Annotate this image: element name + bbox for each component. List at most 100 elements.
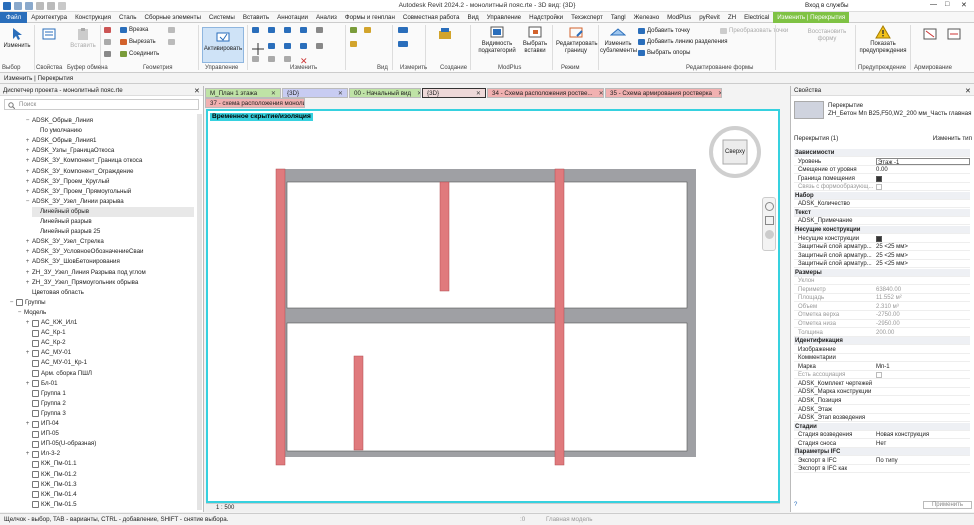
collapse-icon[interactable]: − — [24, 197, 31, 207]
tree-item[interactable]: Линейный обрыв — [32, 206, 194, 217]
rebar2-button[interactable] — [944, 27, 964, 43]
property-row[interactable]: Отметка низа -2950.00 — [794, 320, 970, 329]
array-icon[interactable] — [316, 43, 325, 49]
expand-icon[interactable]: + — [24, 237, 31, 247]
property-row[interactable]: Толщина 200.00 — [794, 329, 970, 337]
property-checkbox[interactable] — [876, 184, 882, 191]
property-category[interactable]: Несущие конструкции — [794, 225, 970, 235]
signin-link[interactable]: Вход в службы — [805, 2, 849, 9]
close-icon[interactable]: ✕ — [965, 87, 971, 95]
property-value[interactable]: Новая конструкция — [876, 431, 970, 438]
property-row[interactable]: ADSK_Марка конструкции — [794, 388, 970, 397]
tree-item[interactable]: ИП-05(U-образная) — [24, 439, 194, 449]
close-icon[interactable]: ✕ — [599, 89, 603, 97]
selection-count[interactable]: Перекрытия (1) — [794, 134, 838, 144]
close-icon[interactable]: ✕ — [194, 87, 200, 95]
tree-item[interactable]: Арм. сборка ПШЛ — [24, 369, 194, 379]
property-category[interactable]: Текст — [794, 208, 970, 217]
pin-icon[interactable] — [268, 56, 277, 62]
wall-joins-icon[interactable] — [104, 51, 113, 57]
property-category[interactable]: Параметры IFC — [794, 448, 970, 457]
tree-item[interactable]: + ZH_ЗУ_Узел_Линия Разрыва под углом — [24, 268, 194, 278]
zoom-region-icon[interactable] — [765, 216, 774, 225]
view-tab[interactable]: {3D} ✕ — [282, 88, 348, 98]
ribbon-tab[interactable]: Аннотации — [273, 12, 312, 23]
rebar-button[interactable] — [920, 27, 940, 43]
modify-button[interactable]: Изменить — [2, 27, 32, 50]
tree-item[interactable]: − Модель — [16, 308, 194, 318]
split-icon[interactable] — [316, 27, 325, 33]
property-checkbox[interactable] — [876, 175, 882, 182]
ribbon-tab[interactable]: Конструкция — [71, 12, 115, 23]
property-value[interactable]: -2950.00 — [876, 320, 970, 327]
property-row[interactable]: Отметка верха -2750.00 — [794, 311, 970, 320]
create-assembly-button[interactable] — [433, 27, 457, 43]
tree-item[interactable]: + ADSK_Обрыв_Линия1 — [24, 136, 194, 146]
ribbon-tab[interactable]: Tangl — [607, 12, 630, 23]
ribbon-tab[interactable]: Electrical — [740, 12, 773, 23]
property-value[interactable] — [876, 175, 970, 182]
property-row[interactable]: Комментарии — [794, 354, 970, 363]
tree-item[interactable]: + ADSK_ЗУ_УсловноеОбозначениеСваи — [24, 247, 194, 257]
tree-item[interactable]: + AC_КЖ_Ил1 — [24, 318, 194, 328]
expand-icon[interactable]: + — [24, 187, 31, 197]
tree-item[interactable]: Группа 2 — [24, 399, 194, 409]
tree-item[interactable]: Группа 1 — [24, 389, 194, 399]
property-category[interactable]: Идентификация — [794, 337, 970, 346]
property-row[interactable]: Защитный слой арматур... 25 <25 мм> — [794, 252, 970, 260]
property-value[interactable] — [876, 235, 970, 242]
view-tab[interactable]: 35 - Схема армирования ростверка ✕ — [605, 88, 722, 98]
expand-icon[interactable]: + — [24, 136, 31, 146]
paint-icon[interactable] — [104, 27, 113, 33]
tree-item[interactable]: + ADSK_ЗУ_Узел_Стрелка — [24, 237, 194, 247]
ribbon-tab[interactable]: Вставить — [239, 12, 273, 23]
property-row[interactable]: Периметр 63840.00 — [794, 286, 970, 294]
tree-item[interactable]: Линейный разрыв — [32, 217, 194, 227]
ribbon-tab[interactable]: Файл — [0, 11, 28, 23]
tree-item[interactable]: + ADSK_ЗУ_Проем_Круглый — [24, 177, 194, 187]
ribbon-tab[interactable]: Изменить | Перекрытия — [773, 11, 850, 23]
mirror-draw-icon[interactable] — [300, 27, 309, 33]
tree-item[interactable]: − Группы — [8, 298, 194, 308]
properties-button[interactable] — [38, 27, 60, 43]
expand-icon[interactable]: + — [24, 146, 31, 156]
activate-button[interactable]: Активировать — [202, 27, 244, 63]
property-value[interactable] — [876, 380, 970, 387]
property-value[interactable]: 25 <25 мм> — [876, 260, 970, 267]
drawing-view[interactable]: Временное скрытие/изоляция Сверху — [206, 109, 780, 503]
property-row[interactable]: Объем 2.310 м³ — [794, 303, 970, 311]
expand-icon[interactable]: + — [24, 419, 31, 429]
property-row[interactable]: Смещение от уровня 0.00 — [794, 166, 970, 175]
view-override-icon[interactable] — [350, 41, 359, 47]
property-row[interactable]: Марка Мп-1 — [794, 363, 970, 371]
property-value[interactable] — [876, 200, 970, 207]
ribbon-tab[interactable]: ZH — [724, 12, 740, 23]
expand-icon[interactable]: + — [24, 449, 31, 459]
tree-item[interactable]: + ADSK_ЗУ_Компонент_Ограждение — [24, 167, 194, 177]
property-row[interactable]: ADSK_Примечание — [794, 217, 970, 226]
expand-icon[interactable]: + — [24, 177, 31, 187]
tree-item[interactable]: AC_Кр-1 — [24, 328, 194, 338]
property-row[interactable]: Защитный слой арматур... 25 <25 мм> — [794, 243, 970, 252]
property-value[interactable]: 25 <25 мм> — [876, 252, 970, 259]
pick-supports-button[interactable]: Выбрать опоры — [638, 50, 690, 56]
paste-button[interactable]: Вставить — [68, 27, 98, 50]
show-warnings-button[interactable]: Показать предупреждения — [858, 25, 908, 55]
property-value[interactable]: 0.00 — [876, 166, 970, 173]
mirror-icon[interactable] — [284, 27, 293, 33]
geom-extra2-icon[interactable] — [168, 39, 177, 45]
property-category[interactable]: Стадии — [794, 422, 970, 431]
tree-item[interactable]: − ADSK_ЗУ_Узел_Линии разрыва — [24, 197, 194, 207]
expand-icon[interactable]: + — [24, 278, 31, 288]
close-icon[interactable]: ✕ — [718, 89, 721, 97]
property-row[interactable]: Есть ассоциация — [794, 371, 970, 380]
property-value[interactable]: Этаж -1 — [876, 157, 970, 165]
property-value[interactable]: 11.552 м² — [876, 294, 970, 301]
browser-scrollbar[interactable] — [197, 114, 202, 510]
offset-icon[interactable] — [268, 27, 277, 33]
ribbon-tab[interactable]: Сборные элементы — [141, 12, 205, 23]
ribbon-tab[interactable]: Формы и генплан — [341, 12, 399, 23]
add-split-line-button[interactable]: Добавить линию разделения — [638, 39, 727, 45]
instance-filter[interactable]: Перекрытия (1) Изменить тип — [794, 134, 972, 144]
ribbon-tab[interactable]: Управление — [483, 12, 525, 23]
